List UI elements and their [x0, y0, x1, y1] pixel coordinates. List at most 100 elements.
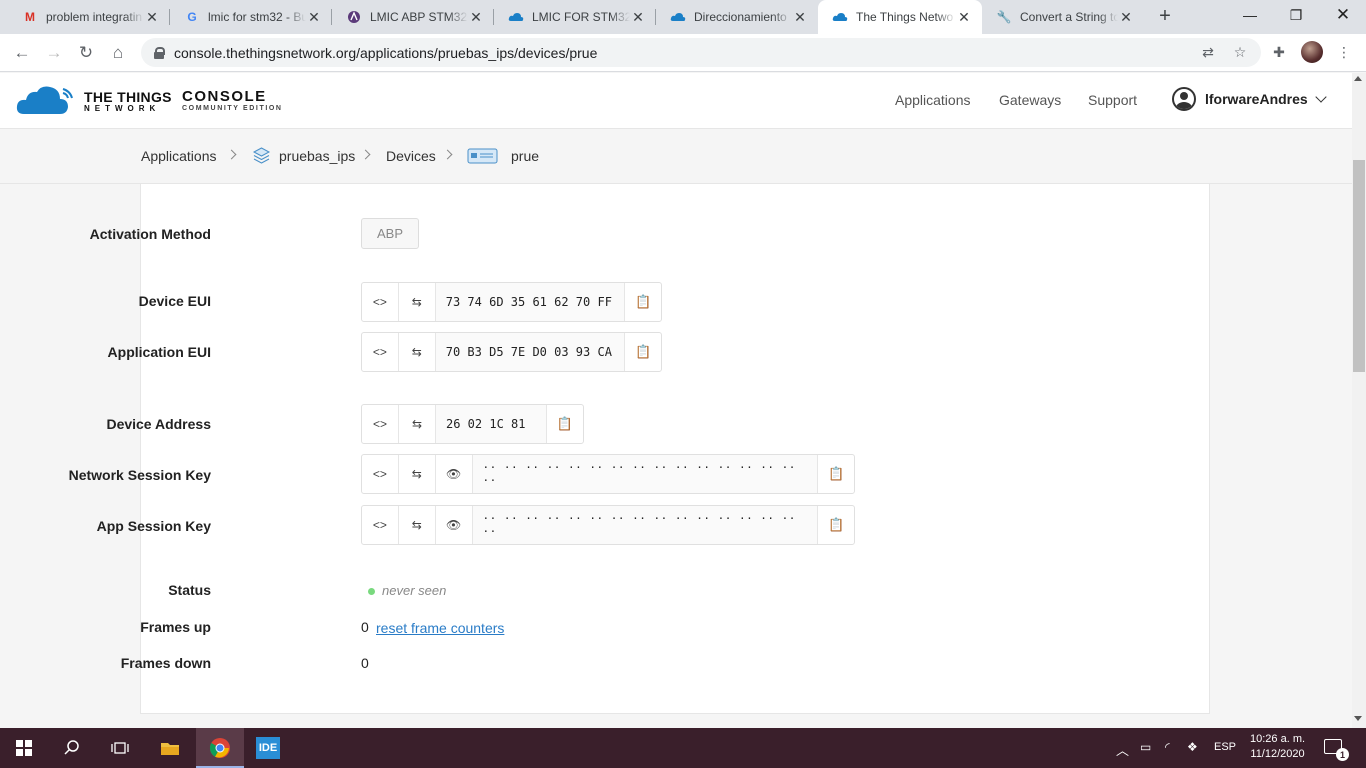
clipboard-icon[interactable]: 📋	[625, 283, 661, 321]
device-eui-value[interactable]: 73 74 6D 35 61 62 70 FF	[435, 283, 626, 321]
eye-icon[interactable]: 👁	[436, 455, 473, 493]
browser-tab[interactable]: 🔧 Convert a String to ✕	[982, 0, 1144, 34]
close-tab-icon[interactable]: ✕	[144, 9, 160, 26]
language-indicator[interactable]: ESP	[1214, 741, 1236, 753]
scrollbar-thumb[interactable]	[1353, 160, 1365, 372]
notifications-icon[interactable]: 1	[1324, 739, 1349, 761]
back-icon[interactable]: ←	[10, 41, 34, 65]
forward-icon[interactable]: →	[42, 41, 66, 65]
logo-title: THE THINGS	[84, 89, 172, 105]
swap-byte-order-icon[interactable]: ⇆	[399, 506, 436, 544]
clipboard-icon[interactable]: 📋	[818, 506, 854, 544]
address-bar[interactable]: console.thethingsnetwork.org/application…	[141, 38, 1261, 67]
new-tab-icon[interactable]: +	[1155, 6, 1175, 26]
close-tab-icon[interactable]: ✕	[792, 9, 808, 26]
application-eui-label: Application EUI	[107, 344, 211, 360]
minimize-icon[interactable]: —	[1227, 0, 1273, 30]
browser-tab[interactable]: LMIC ABP STM32C ✕	[332, 0, 494, 34]
dropbox-icon[interactable]: ❖	[1187, 740, 1198, 754]
search-icon[interactable]	[48, 728, 96, 768]
breadcrumb-applications[interactable]: Applications	[141, 148, 217, 164]
file-explorer-icon[interactable]	[146, 728, 194, 768]
ttn-logo-icon[interactable]	[16, 85, 76, 115]
app-session-key-value[interactable]: ·· ·· ·· ·· ·· ·· ·· ·· ·· ·· ·· ·· ·· ·…	[472, 506, 819, 544]
close-tab-icon[interactable]: ✕	[1118, 9, 1134, 26]
status-dot-icon	[368, 588, 375, 595]
close-tab-icon[interactable]: ✕	[630, 9, 646, 26]
user-menu[interactable]: lforwareAndres	[1172, 87, 1327, 111]
restore-icon[interactable]: ❐	[1273, 0, 1319, 30]
windows-taskbar: IDE ︿ ▭ ◜ ❖ ESP 10:26 a. m. 11/12/2020 1	[0, 728, 1366, 768]
device-overview-card: Activation Method ABP Device EUI <> ⇆ 73…	[69, 184, 1210, 714]
close-tab-icon[interactable]: ✕	[468, 9, 484, 26]
reload-icon[interactable]: ↻	[74, 41, 98, 65]
frames-up-label: Frames up	[140, 619, 211, 635]
chevron-down-icon	[1315, 91, 1327, 103]
toggle-format-icon[interactable]: <>	[362, 455, 399, 493]
clipboard-icon[interactable]: 📋	[547, 405, 583, 443]
scroll-down-icon[interactable]	[1354, 716, 1362, 721]
bookmark-star-icon[interactable]: ☆	[1230, 42, 1250, 62]
nav-support[interactable]: Support	[1088, 92, 1137, 108]
clock-time: 10:26 a. m.	[1250, 733, 1306, 745]
network-session-key-value[interactable]: ·· ·· ·· ·· ·· ·· ·· ·· ·· ·· ·· ·· ·· ·…	[472, 455, 819, 493]
toggle-format-icon[interactable]: <>	[362, 405, 399, 443]
menu-kebab-icon[interactable]: ⋮	[1334, 42, 1354, 62]
windows-start-icon[interactable]	[0, 728, 48, 768]
browser-tab-active[interactable]: The Things Netwo ✕	[818, 0, 982, 34]
nav-applications[interactable]: Applications	[895, 92, 971, 108]
wifi-icon[interactable]: ◜	[1165, 740, 1170, 754]
swap-byte-order-icon[interactable]: ⇆	[399, 405, 436, 443]
task-view-icon[interactable]	[96, 728, 144, 768]
breadcrumb: Applications pruebas_ips Devices prue	[0, 129, 1352, 184]
application-eui-value[interactable]: 70 B3 D5 7E D0 03 93 CA	[435, 333, 626, 371]
tab-title: Direccionamiento	[694, 10, 787, 24]
home-icon[interactable]: ⌂	[106, 41, 130, 65]
device-address-label: Device Address	[106, 416, 211, 432]
url-text: console.thethingsnetwork.org/application…	[174, 44, 598, 61]
nav-gateways[interactable]: Gateways	[999, 92, 1061, 108]
clipboard-icon[interactable]: 📋	[625, 333, 661, 371]
network-session-key-field: <> ⇆ 👁 ·· ·· ·· ·· ·· ·· ·· ·· ·· ·· ·· …	[361, 454, 855, 494]
browser-tab[interactable]: M problem integratin ✕	[8, 0, 170, 34]
close-tab-icon[interactable]: ✕	[956, 9, 972, 26]
breadcrumb-app[interactable]: pruebas_ips	[279, 148, 355, 164]
clock[interactable]: 10:26 a. m. 11/12/2020	[1250, 732, 1305, 762]
browser-tab[interactable]: G lmic for stm32 - Bu ✕	[170, 0, 332, 34]
profile-avatar[interactable]	[1301, 41, 1323, 63]
tray-chevron-up-icon[interactable]: ︿	[1116, 740, 1129, 759]
network-session-key-label: Network Session Key	[68, 467, 211, 483]
reset-frame-counters-link[interactable]: reset frame counters	[376, 620, 504, 636]
breadcrumb-device: prue	[511, 148, 540, 164]
browser-tab[interactable]: LMIC FOR STM32C ✕	[494, 0, 656, 34]
forum-icon	[346, 9, 362, 25]
swap-byte-order-icon[interactable]: ⇆	[399, 333, 436, 371]
ide-label: IDE	[256, 737, 280, 759]
swap-byte-order-icon[interactable]: ⇆	[399, 283, 436, 321]
battery-icon[interactable]: ▭	[1140, 740, 1151, 754]
user-icon	[1172, 87, 1196, 111]
ide-app-icon[interactable]: IDE	[244, 728, 292, 768]
scroll-up-icon[interactable]	[1354, 76, 1362, 81]
clipboard-icon[interactable]: 📋	[818, 455, 854, 493]
notification-count-badge: 1	[1336, 748, 1349, 761]
swap-byte-order-icon[interactable]: ⇆	[399, 455, 436, 493]
device-eui-label: Device EUI	[138, 293, 211, 309]
logo-edition: COMMUNITY EDITION	[182, 105, 283, 112]
clock-date: 11/12/2020	[1250, 748, 1305, 760]
close-window-icon[interactable]: ✕	[1320, 0, 1366, 30]
translate-icon[interactable]: ⇄	[1198, 42, 1218, 62]
extensions-icon[interactable]: ✚	[1269, 42, 1289, 62]
toggle-format-icon[interactable]: <>	[362, 333, 399, 371]
close-tab-icon[interactable]: ✕	[306, 9, 322, 26]
username: lforwareAndres	[1205, 91, 1308, 107]
ttn-cloud-icon	[670, 9, 686, 25]
toggle-format-icon[interactable]: <>	[362, 283, 399, 321]
toggle-format-icon[interactable]: <>	[362, 506, 399, 544]
browser-tab[interactable]: Direccionamiento ✕	[656, 0, 818, 34]
device-address-field: <> ⇆ 26 02 1C 81 📋	[361, 404, 584, 444]
eye-icon[interactable]: 👁	[436, 506, 473, 544]
chrome-icon[interactable]	[196, 728, 244, 768]
device-address-value[interactable]: 26 02 1C 81	[436, 405, 547, 443]
breadcrumb-devices[interactable]: Devices	[386, 148, 436, 164]
